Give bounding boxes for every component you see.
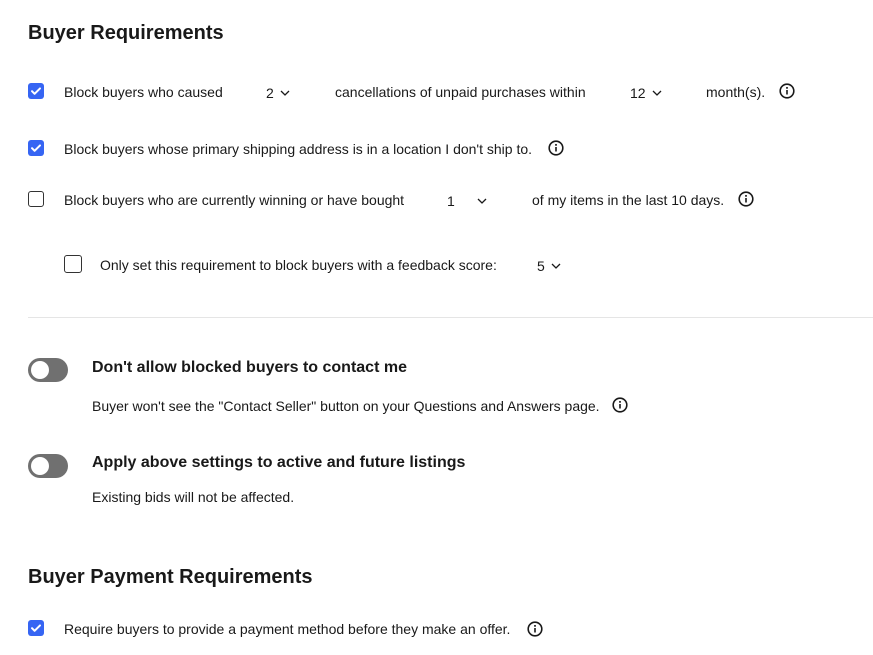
- cancellations-count-value: 2: [266, 85, 274, 101]
- block-contact-toggle[interactable]: [28, 358, 68, 382]
- months-select[interactable]: 12: [630, 84, 662, 102]
- buyer-requirements-title: Buyer Requirements: [28, 22, 224, 44]
- info-circle-icon[interactable]: [527, 621, 543, 637]
- require-payment-method-checkbox[interactable]: [28, 620, 44, 636]
- apply-to-listings-toggle[interactable]: [28, 454, 68, 478]
- block-contact-description: Buyer won't see the "Contact Seller" but…: [92, 398, 600, 414]
- feedback-score-select[interactable]: 5: [537, 257, 561, 275]
- info-circle-icon[interactable]: [779, 83, 795, 99]
- months-suffix-label: month(s).: [706, 84, 766, 100]
- items-count-select[interactable]: 1: [447, 192, 487, 210]
- feedback-score-only-label: Only set this requirement to block buyer…: [100, 257, 497, 273]
- items-count-value: 1: [447, 193, 455, 209]
- checkmark-icon: [31, 624, 41, 632]
- chevron-down-icon: [551, 263, 561, 269]
- checkmark-icon: [31, 144, 41, 152]
- rule-recent-items-checkbox[interactable]: [28, 191, 44, 207]
- block-contact-title: Don't allow blocked buyers to contact me: [92, 359, 407, 376]
- apply-to-listings-title: Apply above settings to active and futur…: [92, 454, 466, 471]
- info-circle-icon[interactable]: [738, 191, 754, 207]
- feedback-score-value: 5: [537, 258, 545, 274]
- rule-unpaid-cancellations-checkbox[interactable]: [28, 83, 44, 99]
- months-value: 12: [630, 85, 646, 101]
- require-payment-method-label: Require buyers to provide a payment meth…: [64, 621, 511, 637]
- rule-recent-items-suffix-label: of my items in the last 10 days.: [532, 192, 725, 208]
- rule-unpaid-cancellations-label: Block buyers who caused: [64, 84, 223, 100]
- rule-recent-items-label: Block buyers who are currently winning o…: [64, 192, 405, 208]
- rule-shipping-location-checkbox[interactable]: [28, 140, 44, 156]
- feedback-score-only-checkbox[interactable]: [64, 255, 82, 273]
- chevron-down-icon: [477, 198, 487, 204]
- chevron-down-icon: [652, 90, 662, 96]
- info-circle-icon[interactable]: [612, 397, 628, 413]
- rule-unpaid-cancellations-middle-label: cancellations of unpaid purchases within: [335, 84, 586, 100]
- cancellations-count-select[interactable]: 2: [266, 84, 290, 102]
- chevron-down-icon: [280, 90, 290, 96]
- toggle-knob: [31, 457, 49, 475]
- toggle-knob: [31, 361, 49, 379]
- buyer-payment-requirements-title: Buyer Payment Requirements: [28, 566, 313, 588]
- rule-shipping-location-label: Block buyers whose primary shipping addr…: [64, 141, 533, 157]
- checkmark-icon: [31, 87, 41, 95]
- info-circle-icon[interactable]: [548, 140, 564, 156]
- apply-to-listings-description: Existing bids will not be affected.: [92, 489, 295, 505]
- section-divider: [28, 317, 873, 318]
